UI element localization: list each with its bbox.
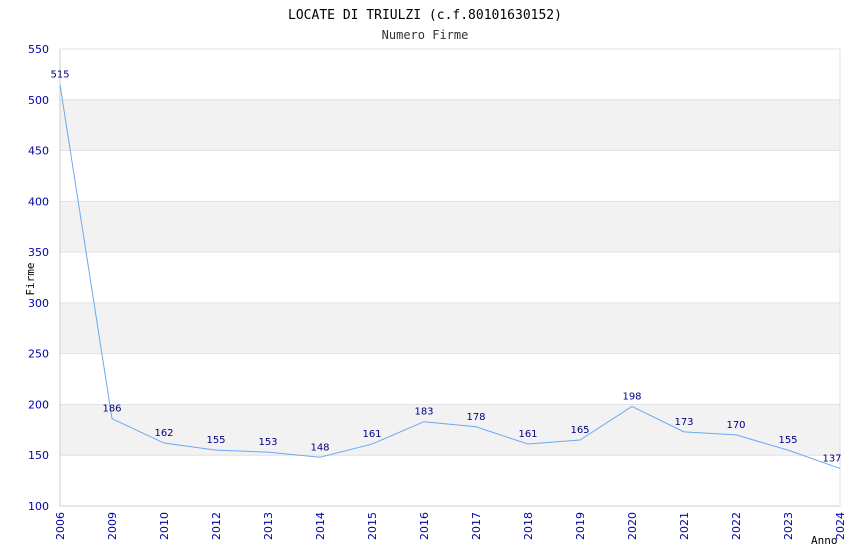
data-label: 137 [822,453,841,464]
chart-subtitle: Numero Firme [382,28,469,42]
y-tick-label: 200 [28,398,49,411]
x-tick-label: 2013 [262,512,275,540]
y-tick-label: 250 [28,348,49,361]
data-label: 183 [414,407,433,418]
x-tick-label: 2018 [522,512,535,540]
x-tick-labels: 2006 2009 2010 2012 2013 2014 2015 2016 2017 2018… [54,512,847,540]
data-label: 148 [310,442,329,453]
x-tick-label: 2020 [626,512,639,540]
x-tick-label: 2021 [678,512,691,540]
chart-title: LOCATE DI TRIULZI (c.f.80101630152) [288,8,562,23]
data-label: 155 [206,435,225,446]
y-axis-title: Firme [24,262,37,295]
x-tick-label: 2006 [54,512,67,540]
y-tick-label: 100 [28,500,49,513]
data-label: 165 [570,425,589,436]
data-label: 178 [466,412,485,423]
x-tick-label: 2022 [730,512,743,540]
data-label: 161 [518,429,537,440]
y-tick-label: 300 [28,297,49,310]
data-label: 173 [674,417,693,428]
x-tick-label: 2012 [210,512,223,540]
x-tick-label: 2010 [158,512,171,540]
x-axis-title: Anno [811,534,838,547]
data-label: 162 [154,428,173,439]
x-tick-label: 2009 [106,512,119,540]
data-label: 515 [50,70,69,81]
data-label: 170 [726,420,745,431]
x-tick-label: 2023 [782,512,795,540]
x-tick-label: 2014 [314,512,327,540]
x-tick-label: 2019 [574,512,587,540]
background-band [60,302,840,354]
background-band [60,99,840,151]
y-tick-label: 500 [28,94,49,107]
x-tick-label: 2017 [470,512,483,540]
data-label: 198 [622,391,641,402]
line-chart: 100150200250300350400450500550 2006 2009 2… [24,8,847,547]
x-tick-label: 2015 [366,512,379,540]
background-band [60,201,840,253]
background-bands [60,99,840,456]
x-tick-label: 2016 [418,512,431,540]
y-tick-label: 400 [28,195,49,208]
y-tick-label: 150 [28,449,49,462]
data-label: 161 [362,429,381,440]
data-label: 153 [258,437,277,448]
y-tick-label: 550 [28,43,49,56]
y-tick-label: 450 [28,145,49,158]
data-label: 155 [778,435,797,446]
data-label: 186 [102,404,121,415]
background-band [60,404,840,456]
y-tick-label: 350 [28,246,49,259]
